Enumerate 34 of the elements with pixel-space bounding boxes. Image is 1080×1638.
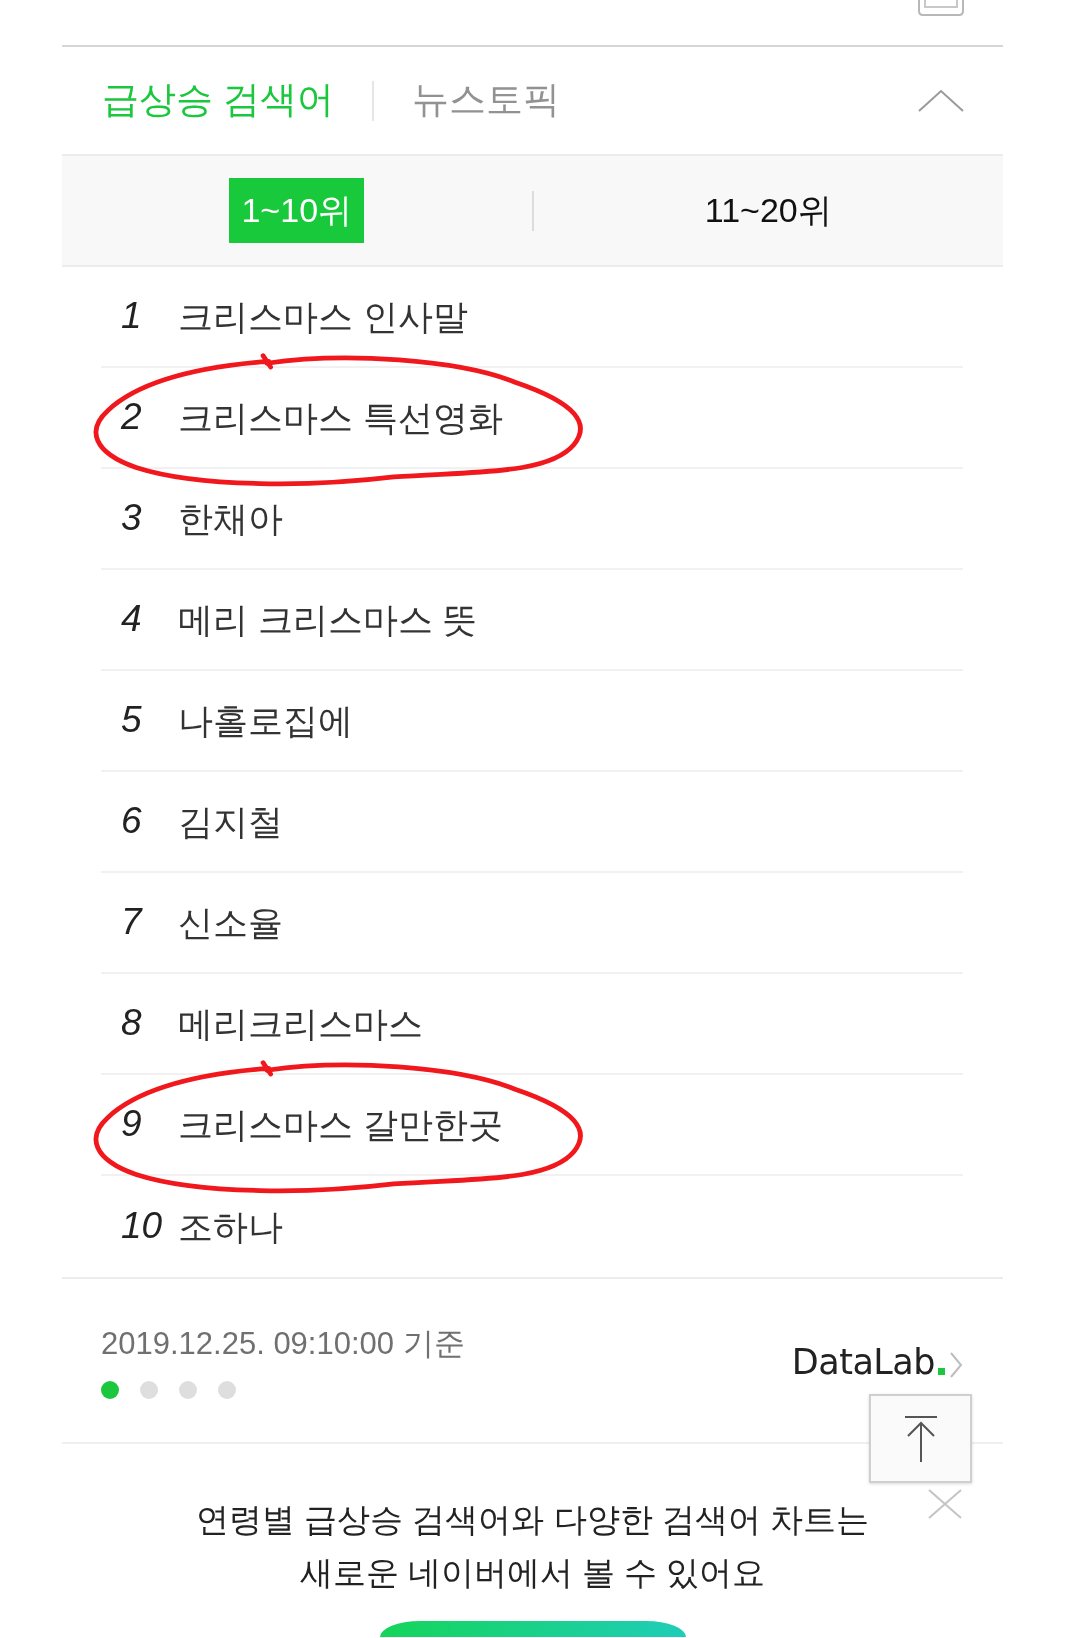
rank-number: 3 <box>121 496 143 541</box>
rank-number: 4 <box>121 597 143 642</box>
rank-number: 1 <box>121 294 143 339</box>
scroll-top-button[interactable] <box>869 1394 972 1483</box>
keyword-link[interactable]: 한채아 <box>178 496 283 541</box>
page-dot-icon[interactable] <box>101 1381 119 1400</box>
rank-number: 8 <box>121 1001 143 1046</box>
page-dot-icon[interactable] <box>140 1381 158 1400</box>
keyword-link[interactable]: 크리스마스 갈만한곳 <box>178 1102 503 1147</box>
keyword-link[interactable]: 크리스마스 특선영화 <box>178 395 503 440</box>
update-timestamp: 2019.12.25. 09:10:00 기준 <box>101 1325 465 1363</box>
range-tab[interactable]: 11~20위 <box>692 178 844 243</box>
page-dot-icon[interactable] <box>179 1381 197 1400</box>
keyword-link[interactable]: 크리스마스 인사말 <box>178 294 468 339</box>
rank-number: 5 <box>121 698 143 743</box>
arrow-up-bar-icon <box>903 1414 938 1463</box>
box-icon[interactable] <box>917 0 965 17</box>
keyword-link[interactable]: 김지철 <box>178 799 283 844</box>
rank-number: 7 <box>121 900 144 945</box>
rank-number: 6 <box>121 799 143 844</box>
rank-number: 2 <box>121 395 143 440</box>
page-dot-icon[interactable] <box>218 1381 236 1400</box>
promo-message: 연령별 급상승 검색어와 다양한 검색어 차트는 새로운 네이버에서 볼 수 있어요 <box>196 1500 869 1593</box>
close-icon[interactable] <box>927 1488 963 1520</box>
keyword-link[interactable]: 메리 크리스마스 뜻 <box>178 597 478 642</box>
chevron-up-icon[interactable] <box>917 88 965 113</box>
rank-number: 10 <box>121 1204 164 1249</box>
keyword-link[interactable]: 나홀로집에 <box>178 698 353 743</box>
keyword-link[interactable]: 조하나 <box>178 1204 283 1249</box>
rank-number: 9 <box>121 1102 143 1147</box>
chevron-right-icon <box>949 1351 963 1379</box>
keyword-link[interactable]: 메리크리스마스 <box>178 1001 423 1046</box>
keyword-link[interactable]: 신소율 <box>178 900 283 945</box>
datalab-link[interactable]: DataLab <box>791 1341 963 1383</box>
